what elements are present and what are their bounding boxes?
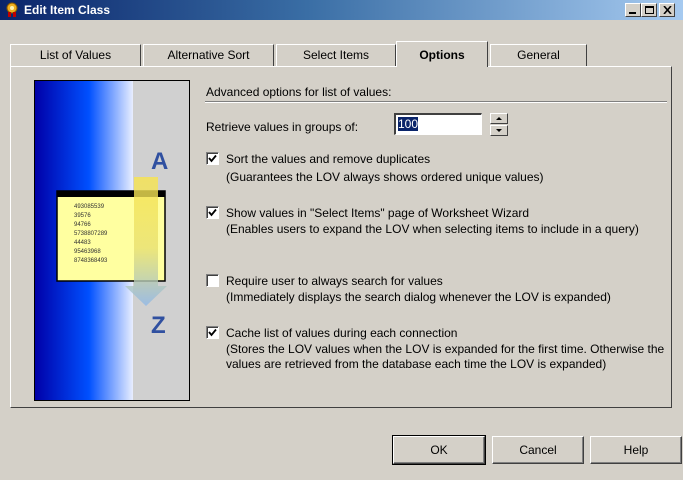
illus-number: 5738807289 [74,231,108,237]
minimize-button[interactable] [625,3,641,17]
spin-down-button[interactable] [490,125,508,136]
retrieve-groups-label: Retrieve values in groups of: [206,120,359,134]
maximize-button[interactable] [641,3,657,17]
ok-button[interactable]: OK [392,435,486,465]
cache-lov-label: Cache list of values during each connect… [226,326,458,340]
cache-lov-description: (Stores the LOV values when the LOV is e… [226,342,665,371]
title-bar: Edit Item Class [0,0,683,20]
cancel-button[interactable]: Cancel [492,436,584,464]
spin-up-button[interactable] [490,113,508,124]
lov-illustration: A Z 493085539 39576 94766 5738807289 444… [34,80,190,401]
section-divider [205,101,667,103]
close-button[interactable] [659,3,675,17]
retrieve-groups-value: 100 [398,117,419,131]
illus-number: 95463968 [74,249,101,255]
illus-number: 44483 [74,240,91,246]
sort-remove-duplicates-label: Sort the values and remove duplicates [226,152,431,166]
item-class-icon [4,2,20,18]
illus-number: 94766 [74,222,91,228]
edit-item-class-dialog: Edit Item Class List of Values Alternati… [0,0,683,480]
show-in-select-items-checkbox[interactable] [206,206,219,219]
require-search-label: Require user to always search for values [226,274,443,288]
cache-lov-checkbox[interactable] [206,326,219,339]
help-button[interactable]: Help [590,436,682,464]
retrieve-groups-spinner [490,113,508,136]
tab-options[interactable]: Options [396,41,488,67]
retrieve-groups-input[interactable]: 100 [394,113,482,135]
sort-remove-duplicates-description: (Guarantees the LOV always shows ordered… [226,170,544,184]
show-in-select-items-description: (Enables users to expand the LOV when se… [226,222,639,236]
tab-list-of-values[interactable]: List of Values [10,44,141,66]
illus-number: 493085539 [74,204,105,210]
sort-letter-z: Z [151,312,166,339]
tab-alternative-sort[interactable]: Alternative Sort [143,44,274,66]
show-in-select-items-label: Show values in "Select Items" page of Wo… [226,206,530,220]
illus-number: 8748368493 [74,258,108,264]
tab-general[interactable]: General [490,44,587,66]
advanced-options-heading: Advanced options for list of values: [206,85,392,99]
tab-select-items[interactable]: Select Items [276,44,396,66]
window-title: Edit Item Class [24,3,111,17]
require-search-description: (Immediately displays the search dialog … [226,290,611,304]
sort-remove-duplicates-checkbox[interactable] [206,152,219,165]
illus-number: 39576 [74,213,91,219]
sort-letter-a: A [151,148,168,175]
require-search-checkbox[interactable] [206,274,219,287]
